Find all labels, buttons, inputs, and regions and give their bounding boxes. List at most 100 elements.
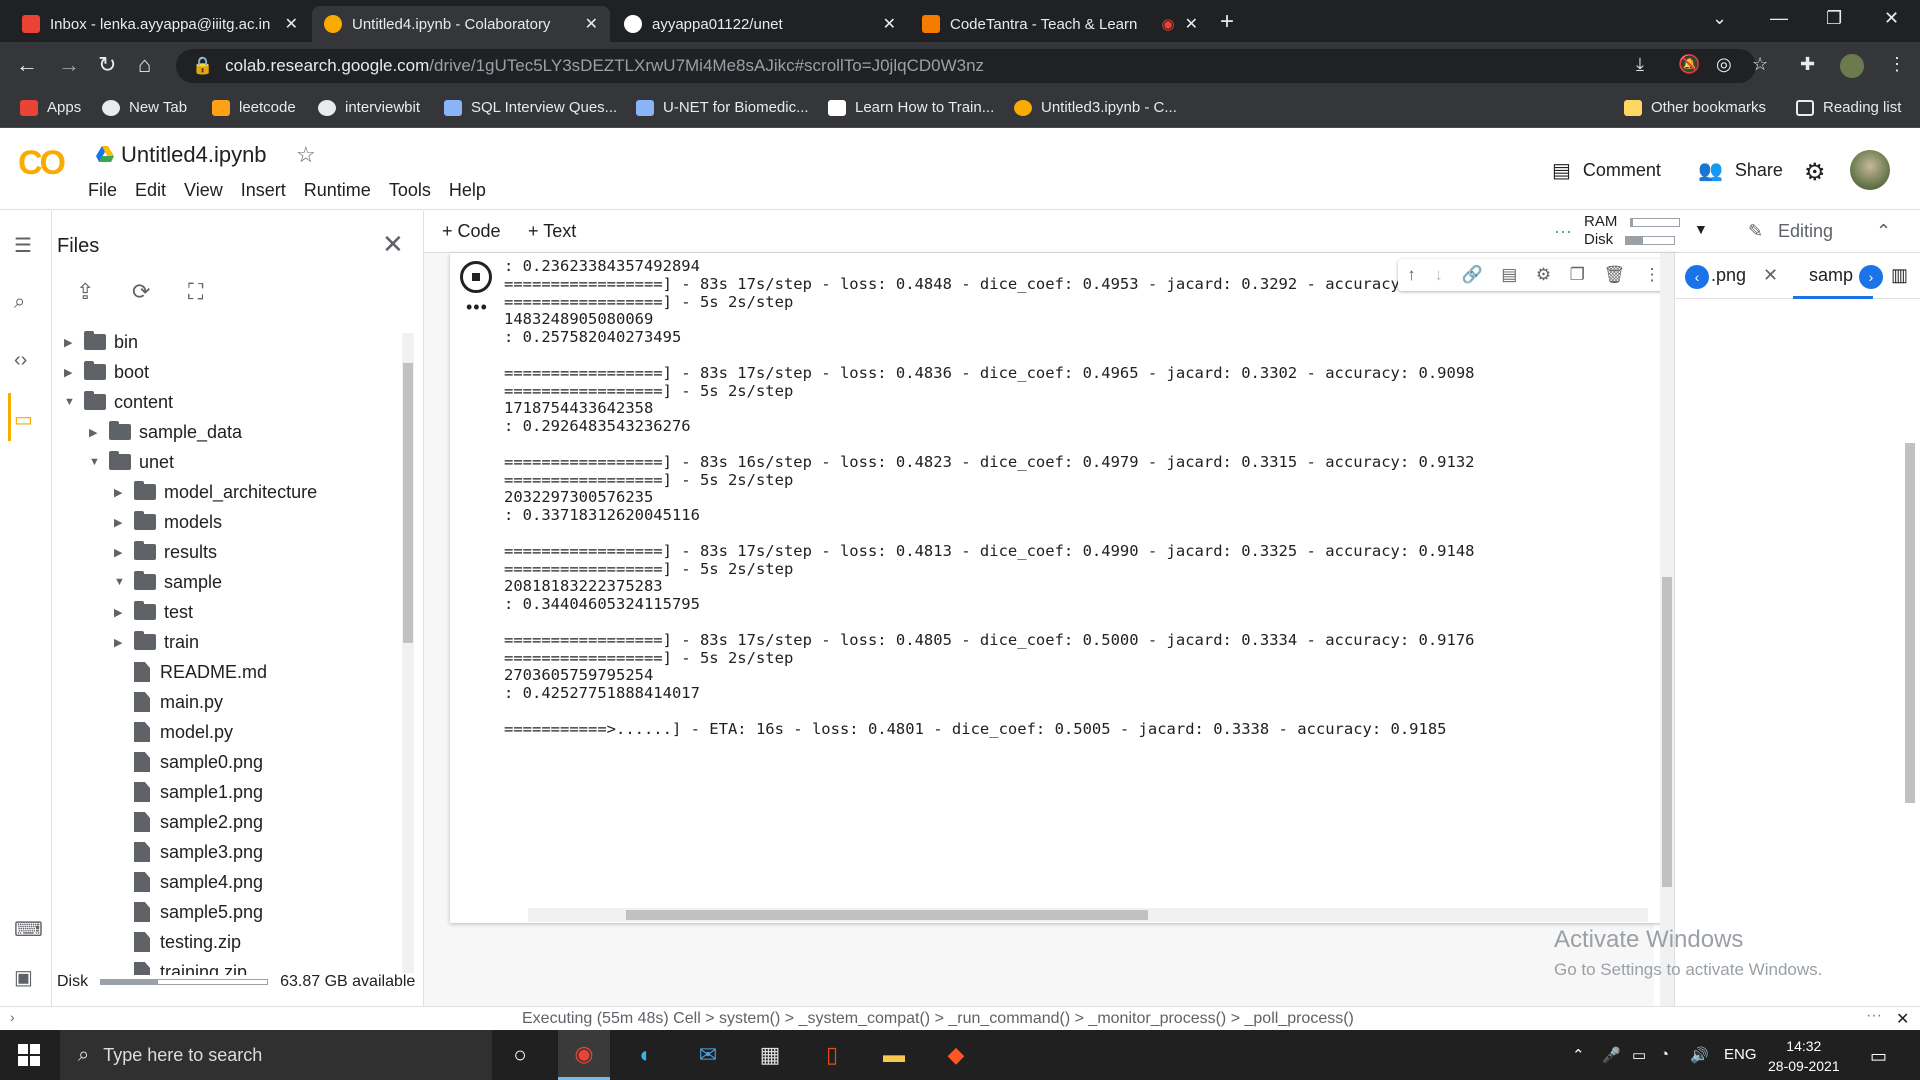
chevron-up-icon[interactable]: ⌃ [1572, 1046, 1585, 1064]
scroll-thumb[interactable] [626, 910, 1148, 920]
file-row[interactable]: main.py [114, 687, 223, 717]
chevron-down-icon[interactable]: ▼ [89, 456, 109, 468]
columns-icon[interactable]: ▥ [1891, 265, 1908, 286]
code-cell[interactable]: ••• : 0.23623384357492894 ===============… [450, 253, 1678, 923]
command-palette-icon[interactable]: ⌨ [14, 917, 43, 942]
output-horizontal-scrollbar[interactable] [528, 908, 1648, 922]
output-menu-icon[interactable]: ••• [466, 297, 488, 318]
close-icon[interactable]: ✕ [285, 14, 298, 34]
menu-runtime[interactable]: Runtime [304, 180, 371, 201]
tab-colab[interactable]: Untitled4.ipynb - Colaboratory ✕ [312, 6, 610, 42]
move-up-icon[interactable]: ↑ [1407, 265, 1416, 285]
volume-icon[interactable]: 🔊 [1690, 1046, 1709, 1064]
reading-list[interactable]: Reading list [1796, 99, 1901, 116]
close-icon[interactable]: ✕ [382, 229, 404, 260]
notebook-title[interactable]: Untitled4.ipynb [121, 142, 267, 168]
minimize-icon[interactable]: — [1770, 8, 1788, 29]
files-scrollbar[interactable] [402, 333, 414, 973]
tab-codetantra[interactable]: CodeTantra - Teach & Learn ◉ ✕ [910, 6, 1210, 42]
file-row[interactable]: model.py [114, 717, 233, 747]
chevron-down-icon[interactable]: ▼ [64, 396, 84, 408]
notifications-off-icon[interactable]: 🔕 [1678, 54, 1700, 75]
bookmark-new-tab[interactable]: New Tab [102, 99, 187, 116]
bookmark-apps[interactable]: Apps [20, 99, 81, 116]
menu-edit[interactable]: Edit [135, 180, 166, 201]
bookmark-star-icon[interactable]: ☆ [1752, 54, 1768, 75]
chevron-right-icon[interactable]: ▶ [114, 546, 134, 559]
bookmark-interviewbit[interactable]: interviewbit [318, 99, 420, 116]
close-icon[interactable]: ✕ [1763, 265, 1778, 286]
folder-row[interactable]: ▼ unet [89, 447, 174, 477]
office-icon[interactable]: ▯ [806, 1030, 858, 1080]
folder-row[interactable]: ▶ train [114, 627, 199, 657]
folder-row[interactable]: ▼ content [64, 387, 173, 417]
file-explorer-icon[interactable]: ▬ [868, 1030, 920, 1080]
add-text-button[interactable]: + Text [528, 221, 576, 242]
battery-icon[interactable]: ▭ [1632, 1046, 1646, 1064]
scroll-thumb[interactable] [1662, 577, 1672, 887]
comment-button[interactable]: ▤ Comment [1552, 158, 1661, 183]
chevron-right-icon[interactable]: › [1859, 265, 1883, 289]
file-row[interactable]: README.md [114, 657, 267, 687]
menu-file[interactable]: File [88, 180, 117, 201]
menu-kebab-icon[interactable]: ⋮ [1888, 54, 1906, 75]
chevron-right-icon[interactable]: ▶ [64, 366, 84, 379]
close-icon[interactable]: ✕ [883, 14, 896, 34]
reload-icon[interactable]: ↻ [98, 52, 116, 78]
tab-search-icon[interactable]: ⌄ [1712, 8, 1727, 29]
file-row[interactable]: sample3.png [114, 837, 263, 867]
mount-drive-icon[interactable]: ⛶ [188, 279, 203, 305]
ram-disk-indicator[interactable]: RAM Disk [1584, 213, 1680, 249]
chevron-down-icon[interactable]: ▼ [1694, 221, 1708, 237]
menu-help[interactable]: Help [449, 180, 486, 201]
close-icon[interactable]: ✕ [1185, 14, 1198, 34]
file-row[interactable]: sample2.png [114, 807, 263, 837]
trash-icon[interactable]: 🗑 [1603, 265, 1625, 285]
chevron-right-icon[interactable]: ▶ [114, 516, 134, 529]
windows-start-icon[interactable] [18, 1044, 40, 1066]
colab-logo[interactable]: CO [18, 144, 66, 183]
clock[interactable]: 14:32 28-09-2021 [1768, 1036, 1840, 1076]
chevron-right-icon[interactable]: ▶ [114, 486, 134, 499]
search-icon[interactable]: ⌕ [14, 291, 25, 314]
chevron-right-icon[interactable]: ▶ [114, 636, 134, 649]
chrome-icon[interactable]: ◉ [558, 1030, 610, 1080]
forward-icon[interactable]: → [58, 52, 80, 78]
close-icon[interactable]: ✕ [1896, 1009, 1909, 1029]
chevron-right-icon[interactable]: › [10, 1009, 15, 1025]
mail-icon[interactable]: ✉ [682, 1030, 734, 1080]
taskbar-search[interactable]: ⌕ Type here to search [60, 1030, 492, 1080]
chevron-right-icon[interactable]: ▶ [114, 606, 134, 619]
side-scrollbar[interactable] [1905, 443, 1915, 803]
close-icon[interactable]: ✕ [585, 14, 598, 34]
home-icon[interactable]: ⌂ [138, 52, 151, 78]
eye-off-icon[interactable]: ◎ [1716, 54, 1732, 75]
file-row[interactable]: sample4.png [114, 867, 263, 897]
link-icon[interactable]: 🔗 [1461, 265, 1482, 285]
folder-row[interactable]: ▶ sample_data [89, 417, 242, 447]
notification-icon[interactable]: ▭ [1870, 1046, 1887, 1067]
language-indicator[interactable]: ENG [1724, 1046, 1757, 1063]
menu-insert[interactable]: Insert [241, 180, 286, 201]
settings-gear-icon[interactable]: ⚙ [1804, 158, 1826, 187]
scroll-thumb[interactable] [403, 363, 413, 643]
edge-icon[interactable]: ◐ [620, 1030, 672, 1080]
folder-row[interactable]: ▶ models [114, 507, 222, 537]
task-view-icon[interactable]: ○ [494, 1030, 546, 1080]
notebook-scrollbar[interactable] [1660, 253, 1674, 1006]
star-icon[interactable]: ☆ [296, 142, 316, 168]
mirror-cell-icon[interactable]: ❐ [1570, 265, 1585, 285]
side-tab-sample[interactable]: samp [1809, 265, 1853, 286]
app-diamond-icon[interactable]: ◆ [930, 1030, 982, 1080]
table-of-contents-icon[interactable]: ☰ [14, 233, 32, 258]
microphone-icon[interactable]: 🎤 [1602, 1046, 1621, 1064]
add-code-button[interactable]: + Code [442, 221, 501, 242]
window-close-icon[interactable]: ✕ [1884, 8, 1899, 29]
menu-tools[interactable]: Tools [389, 180, 431, 201]
stop-execution-icon[interactable] [460, 261, 492, 293]
tab-gmail[interactable]: Inbox - lenka.ayyappa@iiitg.ac.in ✕ [10, 6, 310, 42]
folder-row[interactable]: ▶ boot [64, 357, 149, 387]
chevron-down-icon[interactable]: ▼ [114, 576, 134, 588]
download-blocked-icon[interactable]: ⤓ [1636, 54, 1644, 75]
chevron-left-icon[interactable]: ‹ [1685, 265, 1709, 289]
